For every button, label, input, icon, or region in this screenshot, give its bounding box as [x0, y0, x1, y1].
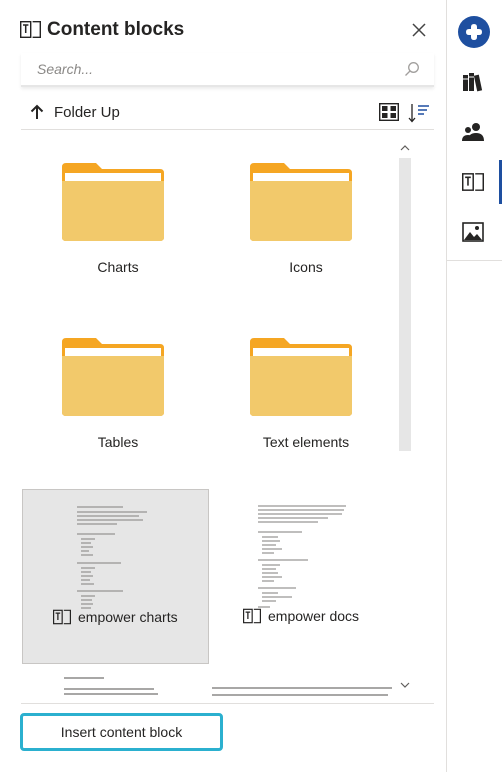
rail-item-content-blocks[interactable]: [447, 160, 502, 204]
document-thumbnail: [71, 502, 159, 622]
grid-view-icon[interactable]: [379, 103, 399, 121]
divider: [21, 703, 434, 704]
arrow-up-icon[interactable]: [30, 104, 44, 120]
scrollbar-thumb[interactable]: [399, 158, 411, 451]
people-icon: [462, 123, 484, 141]
document-thumbnail: [256, 501, 346, 621]
content-block-icon: [20, 21, 41, 38]
panel-header: Content blocks: [0, 0, 446, 54]
image-icon: [462, 222, 484, 242]
rail-item-images[interactable]: [447, 210, 502, 254]
search-icon[interactable]: [404, 61, 420, 77]
chevron-up-icon[interactable]: [399, 143, 411, 153]
folder-icon: [250, 163, 352, 241]
close-icon[interactable]: [410, 21, 428, 39]
folder-toolbar: Folder Up: [20, 98, 434, 128]
folder-icon: [62, 338, 164, 416]
library-icon: [463, 73, 483, 92]
folder-item[interactable]: Text elements: [228, 338, 388, 488]
chevron-down-icon[interactable]: [399, 680, 411, 690]
content-block-icon: [243, 608, 261, 624]
content-block-icon: [53, 609, 71, 625]
template-item[interactable]: empower charts: [22, 489, 209, 664]
folder-label: Tables: [97, 434, 139, 450]
sort-icon[interactable]: [408, 103, 430, 123]
folder-item[interactable]: Icons: [228, 163, 388, 313]
rail-item-people[interactable]: [447, 110, 502, 154]
template-item[interactable]: empower docs: [220, 489, 400, 664]
search-box: [21, 53, 434, 87]
divider: [447, 260, 502, 261]
folder-label: Charts: [97, 259, 139, 275]
folder-label: Text elements: [262, 434, 350, 450]
side-rail: [446, 0, 502, 772]
folder-icon: [250, 338, 352, 416]
rail-item-library[interactable]: [447, 60, 502, 104]
folder-up-button[interactable]: Folder Up: [54, 104, 120, 121]
content-grid: Charts Icons Tables Text elements empowe…: [0, 130, 400, 703]
folder-item[interactable]: Tables: [40, 338, 200, 488]
content-block-icon: [462, 173, 484, 191]
app-logo-icon[interactable]: [458, 16, 490, 48]
page-title: Content blocks: [47, 19, 185, 40]
folder-item[interactable]: Charts: [40, 163, 200, 313]
insert-content-block-button[interactable]: Insert content block: [20, 713, 223, 751]
search-input[interactable]: [21, 53, 391, 85]
template-label: empower charts: [78, 609, 178, 625]
folder-icon: [62, 163, 164, 241]
template-label: empower docs: [268, 608, 360, 624]
content-blocks-panel: Content blocks Folder Up: [0, 0, 446, 772]
folder-label: Icons: [289, 259, 323, 275]
